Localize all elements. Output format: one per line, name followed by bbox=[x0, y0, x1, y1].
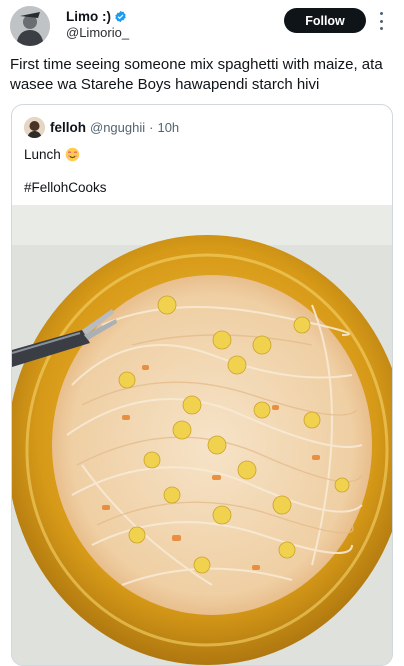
author-avatar[interactable] bbox=[10, 6, 50, 46]
tweet-text: First time seeing someone mix spaghetti … bbox=[10, 56, 383, 93]
quoted-tweet[interactable]: felloh @ngughii · 10h Lunch #FellohCooks bbox=[11, 104, 393, 666]
tweet-header: Limo :) @Limorio_ Follow bbox=[0, 0, 404, 48]
follow-button[interactable]: Follow bbox=[284, 8, 366, 33]
time-separator: · bbox=[149, 120, 154, 135]
quoted-time[interactable]: 10h bbox=[157, 120, 179, 135]
quoted-hashtag[interactable]: #FellohCooks bbox=[24, 180, 107, 195]
quoted-handle[interactable]: @ngughii bbox=[90, 120, 145, 135]
author-name-line[interactable]: Limo :) bbox=[66, 9, 127, 24]
quoted-avatar[interactable] bbox=[24, 117, 45, 138]
food-photo[interactable] bbox=[12, 205, 392, 665]
quoted-lunch-text: Lunch bbox=[24, 147, 61, 162]
quoted-text-line1: Lunch bbox=[24, 147, 80, 162]
more-options-icon[interactable] bbox=[377, 12, 385, 30]
author-name[interactable]: Limo :) bbox=[66, 9, 111, 24]
quoted-name[interactable]: felloh bbox=[50, 120, 86, 135]
smiling-face-emoji-icon bbox=[65, 147, 80, 162]
quoted-name-line: felloh @ngughii · 10h bbox=[50, 120, 179, 135]
verified-badge-icon bbox=[115, 10, 126, 23]
author-handle[interactable]: @Limorio_ bbox=[66, 25, 129, 40]
